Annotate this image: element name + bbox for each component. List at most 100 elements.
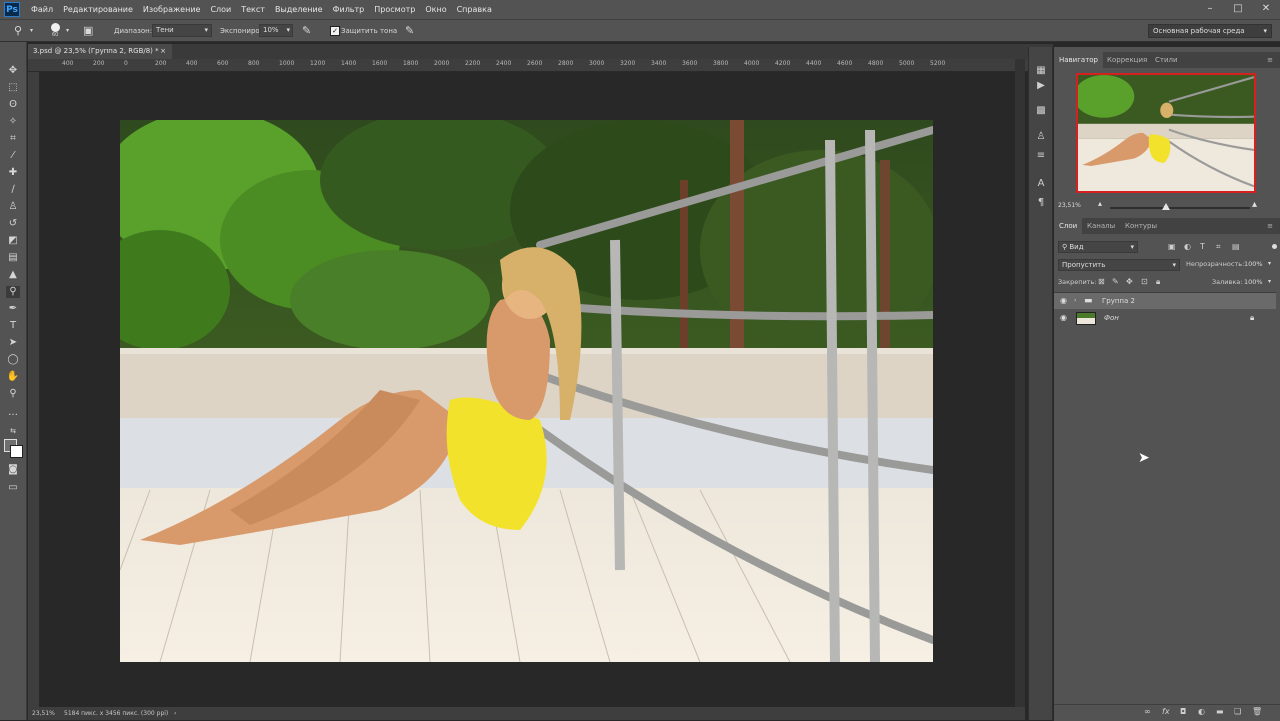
maximize-button[interactable]: □ [1224,0,1252,19]
navigator-preview[interactable] [1076,73,1256,193]
status-menu-icon[interactable]: › [174,707,176,720]
pressure-size-icon[interactable]: ✎ [405,20,414,42]
menu-image[interactable]: Изображение [138,0,206,19]
new-layer-icon[interactable]: ❏ [1234,707,1241,716]
tab-navigator[interactable]: Навигатор [1054,52,1103,68]
dodge-burn-tool-icon[interactable]: ⚲ [14,20,22,42]
document-tab[interactable]: 3.psd @ 23,5% (Группа 2, RGB/8) * × [28,44,172,59]
magic-wand-tool-icon[interactable]: ✧ [6,116,20,128]
close-window-button[interactable]: ✕ [1252,0,1280,19]
clone-stamp-tool-icon[interactable]: ♙ [6,201,20,213]
history-icon[interactable]: ▦ [1034,65,1048,77]
menu-edit[interactable]: Редактирование [58,0,138,19]
document-tab-close-icon[interactable]: × [160,44,166,59]
layer-filter-select[interactable]: ⚲ Вид ▾ [1058,241,1138,253]
menu-type[interactable]: Текст [236,0,270,19]
zoom-in-icon[interactable]: ▴ [1252,199,1257,210]
layers-menu-icon[interactable]: ≡ [1262,218,1278,234]
menu-filter[interactable]: Фильтр [328,0,370,19]
character-icon[interactable]: A [1034,178,1048,190]
link-layers-icon[interactable]: ∞ [1144,707,1151,716]
layer-style-icon[interactable]: fx [1162,707,1170,716]
tab-adjustments[interactable]: Коррекция [1102,52,1152,68]
brush-picker-dropdown-icon[interactable]: ▾ [66,20,69,42]
menu-select[interactable]: Выделение [270,0,328,19]
zoom-slider[interactable] [1110,207,1250,209]
lasso-tool-icon[interactable]: ʘ [6,99,20,111]
fill-input[interactable]: 100% [1244,278,1263,286]
lock-pixels-icon[interactable]: ✎ [1112,277,1119,286]
minimize-button[interactable]: – [1196,0,1224,19]
range-select[interactable]: Тени ▾ [152,24,212,37]
history-brush-tool-icon[interactable]: ↺ [6,218,20,230]
swap-colors-icon[interactable]: ⇆ [6,425,20,437]
dodge-tool-icon[interactable]: ⚲ [6,286,20,298]
layer-row[interactable]: ◉ › ▬ Группа 2 [1054,293,1276,309]
lock-all-icon[interactable]: 🔒︎ [1156,277,1160,287]
ellipse-tool-icon[interactable]: ◯ [6,354,20,366]
blur-tool-icon[interactable]: ▲ [6,269,20,281]
tab-paths[interactable]: Контуры [1120,218,1162,234]
healing-brush-tool-icon[interactable]: ✚ [6,167,20,179]
filter-shape-icon[interactable]: ⌗ [1216,242,1221,252]
adjustment-layer-icon[interactable]: ◐ [1198,707,1205,716]
layer-name[interactable]: Фон [1104,310,1119,326]
layer-name[interactable]: Группа 2 [1102,293,1135,309]
zoom-slider-handle[interactable] [1162,203,1170,210]
type-tool-icon[interactable]: T [6,320,20,332]
visibility-eye-icon[interactable]: ◉ [1060,312,1070,324]
move-tool-icon[interactable]: ✥ [6,65,20,77]
tab-channels[interactable]: Каналы [1082,218,1120,234]
eyedropper-tool-icon[interactable]: ⁄ [6,150,20,162]
tab-layers[interactable]: Слои [1054,218,1083,234]
marquee-tool-icon[interactable]: ⬚ [6,82,20,94]
add-mask-icon[interactable]: ◘ [1180,707,1186,716]
adjustments-icon[interactable]: ≡ [1034,150,1048,162]
menu-view[interactable]: Просмотр [369,0,420,19]
workspace-select[interactable]: Основная рабочая среда ▾ [1148,24,1272,38]
document-image[interactable] [120,120,933,662]
opacity-dropdown-icon[interactable]: ▾ [1268,260,1271,267]
filter-adjustment-icon[interactable]: ◐ [1184,242,1191,251]
clone-source-icon[interactable]: ♙ [1034,131,1048,143]
protect-tones-checkbox[interactable]: ✓ [330,26,340,36]
lock-transparent-icon[interactable]: ⊠ [1098,277,1105,286]
brush-tool-icon[interactable]: ∕ [6,184,20,196]
filter-type-icon[interactable]: T [1200,242,1205,251]
menu-help[interactable]: Справка [452,0,497,19]
expand-arrow-icon[interactable]: › [1074,293,1076,309]
hand-tool-icon[interactable]: ✋ [6,371,20,383]
path-selection-tool-icon[interactable]: ➤ [6,337,20,349]
brush-preview-icon[interactable] [51,23,60,32]
brush-panel-icon[interactable]: ▣ [83,20,93,42]
lock-position-icon[interactable]: ✥ [1126,277,1133,286]
lock-artboard-icon[interactable]: ⊡ [1141,277,1148,286]
background-color-swatch[interactable] [10,445,23,458]
tool-preset-dropdown-icon[interactable]: ▾ [30,20,33,42]
exposure-input[interactable]: 10% ▾ [259,24,293,37]
vertical-scrollbar[interactable] [1015,59,1025,707]
zoom-tool-icon[interactable]: ⚲ [6,388,20,400]
delete-layer-icon[interactable]: 🗑︎ [1252,707,1262,716]
filter-toggle[interactable] [1272,244,1277,249]
screen-mode-icon[interactable]: ▭ [6,482,20,494]
gradient-tool-icon[interactable]: ▤ [6,252,20,264]
eraser-tool-icon[interactable]: ◩ [6,235,20,247]
menu-window[interactable]: Окно [420,0,451,19]
more-tools-icon[interactable]: … [6,407,20,419]
new-group-icon[interactable]: ▬ [1216,707,1224,716]
panel-menu-icon[interactable]: ≡ [1262,52,1278,68]
menu-file[interactable]: Файл [26,0,58,19]
quick-mask-icon[interactable]: ◙ [6,464,20,476]
pen-tool-icon[interactable]: ✒ [6,303,20,315]
zoom-out-icon[interactable]: ▴ [1098,199,1102,208]
brush-settings-icon[interactable]: ▩ [1034,105,1048,117]
fill-dropdown-icon[interactable]: ▾ [1268,278,1271,285]
filter-smart-object-icon[interactable]: ▤ [1232,242,1240,251]
crop-tool-icon[interactable]: ⌗ [6,133,20,145]
zoom-level[interactable]: 23,51% [32,707,55,720]
paragraph-icon[interactable]: ¶ [1034,197,1048,209]
blend-mode-select[interactable]: Пропустить ▾ [1058,259,1180,271]
opacity-input[interactable]: 100% [1244,260,1263,268]
filter-pixel-icon[interactable]: ▣ [1168,242,1176,251]
